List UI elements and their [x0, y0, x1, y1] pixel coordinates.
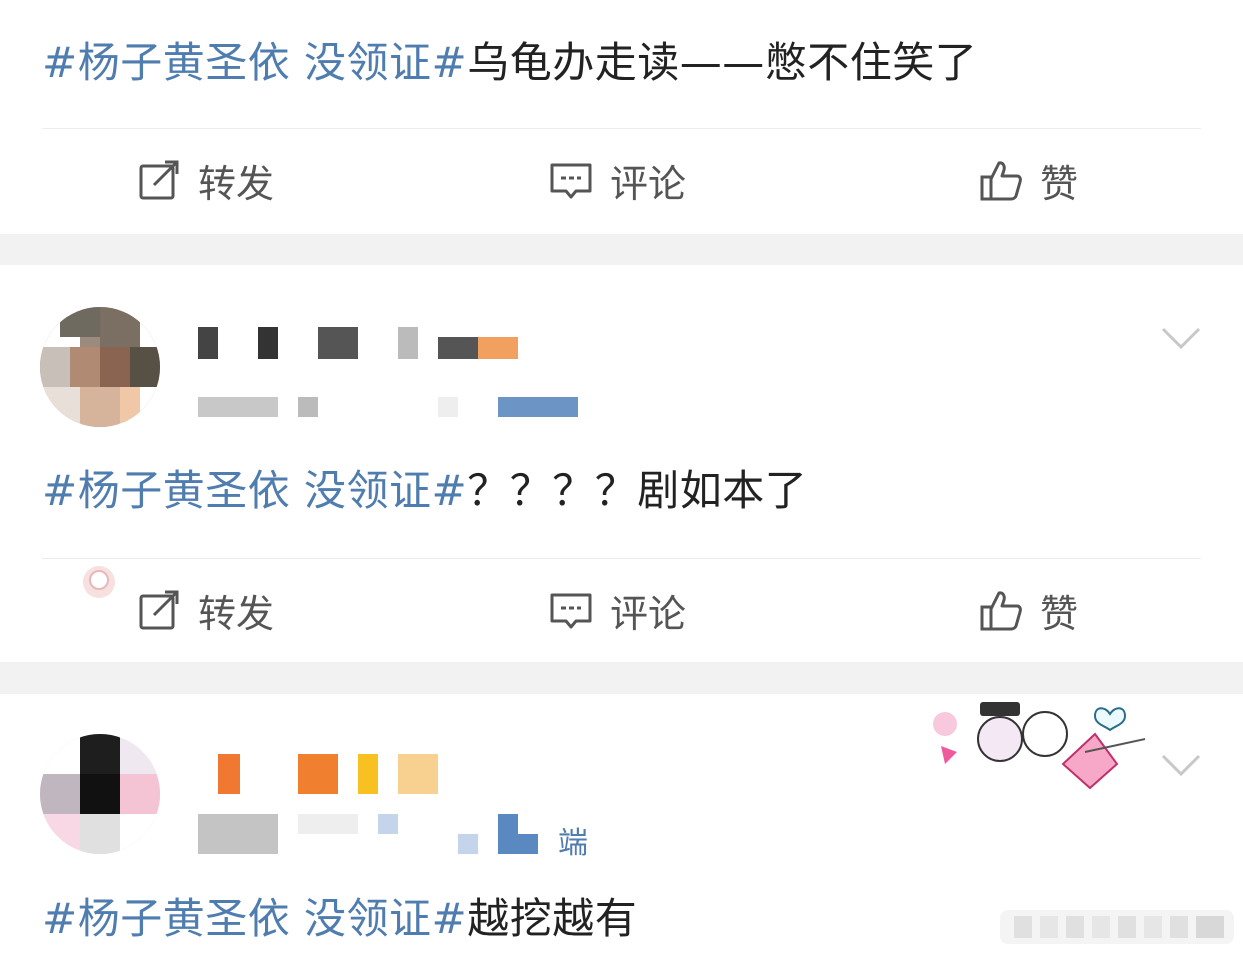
post-meta-obscured — [198, 814, 558, 854]
repost-button[interactable]: 转发 — [136, 140, 274, 220]
action-bar: 转发 评论 赞 — [0, 140, 1243, 220]
divider — [42, 128, 1201, 129]
post-meta-obscured — [198, 395, 578, 419]
source-suffix: 端 — [558, 826, 588, 861]
like-label: 赞 — [1040, 591, 1079, 636]
post-card: #杨子黄圣依 没领证#？？？？剧如本了 转发 评论 赞 — [0, 265, 1243, 662]
comment-label: 评论 — [610, 591, 687, 636]
comment-icon — [550, 593, 592, 629]
username-obscured[interactable] — [218, 754, 448, 794]
post-card: #杨子黄圣依 没领证#乌龟办走读——憋不住笑了 转发 评论 赞 — [0, 0, 1243, 234]
post-text: #杨子黄圣依 没领证#？？？？剧如本了 — [42, 464, 807, 518]
thumbs-up-icon — [980, 161, 1022, 201]
comment-icon — [550, 163, 592, 199]
post-body: ？？？？剧如本了 — [467, 466, 808, 515]
hashtag-link[interactable]: #杨子黄圣依 没领证# — [42, 466, 467, 515]
decorative-sticker — [933, 702, 1146, 790]
like-label: 赞 — [1040, 161, 1079, 206]
weibo-feed: #杨子黄圣依 没领证#乌龟办走读——憋不住笑了 转发 评论 赞 #杨子黄圣依 没… — [0, 0, 1243, 960]
hashtag-link[interactable]: #杨子黄圣依 没领证# — [42, 894, 467, 943]
post-body: 乌龟办走读——憋不住笑了 — [467, 38, 978, 87]
comment-button[interactable]: 评论 — [548, 570, 686, 650]
repost-icon — [139, 590, 179, 630]
watermark-logo — [1000, 910, 1234, 944]
post-text: #杨子黄圣依 没领证#越挖越有 — [42, 892, 637, 946]
chevron-down-icon[interactable] — [1159, 750, 1203, 780]
like-button[interactable]: 赞 — [978, 140, 1078, 220]
chevron-down-icon[interactable] — [1159, 323, 1203, 353]
avatar[interactable] — [40, 734, 160, 854]
post-body: 越挖越有 — [467, 894, 638, 943]
like-button[interactable]: 赞 — [978, 570, 1078, 650]
hashtag-link[interactable]: #杨子黄圣依 没领证# — [42, 38, 467, 87]
post-card: 端 #杨子黄圣依 没领证#越挖越有 — [0, 694, 1243, 960]
comment-label: 评论 — [610, 161, 687, 206]
post-text: #杨子黄圣依 没领证#乌龟办走读——憋不住笑了 — [42, 36, 977, 90]
repost-button[interactable]: 转发 — [136, 570, 274, 650]
divider — [42, 558, 1201, 559]
avatar[interactable] — [40, 307, 160, 427]
comment-button[interactable]: 评论 — [548, 140, 686, 220]
thumbs-up-icon — [980, 591, 1022, 631]
repost-label: 转发 — [198, 591, 275, 636]
repost-label: 转发 — [198, 161, 275, 206]
repost-icon — [139, 160, 179, 200]
username-obscured[interactable] — [198, 323, 528, 363]
action-bar: 转发 评论 赞 — [0, 570, 1243, 650]
